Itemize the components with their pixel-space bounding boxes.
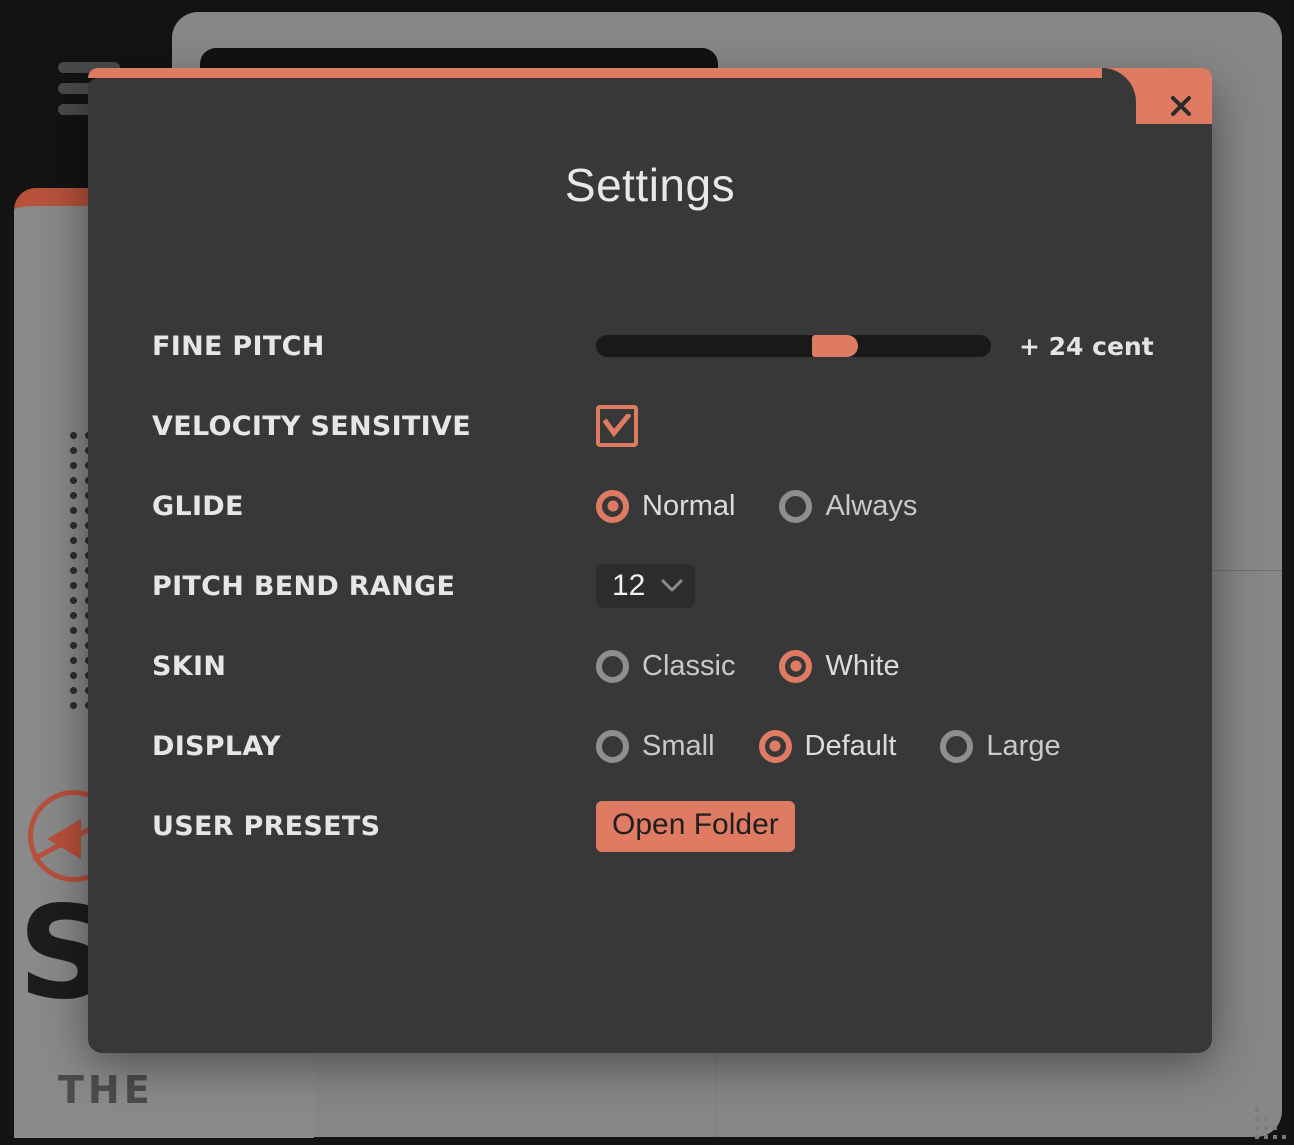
open-folder-button[interactable]: Open Folder (596, 800, 795, 852)
dialog-accent-strip (88, 68, 1136, 78)
skin-option-classic[interactable]: Classic (596, 649, 736, 683)
grip-dot (1255, 1117, 1259, 1121)
setting-row-fine-pitch: FINE PITCH + 24 cent (152, 306, 1154, 386)
setting-row-velocity-sensitive: VELOCITY SENSITIVE (152, 386, 1152, 466)
select-value: 12 (612, 569, 646, 602)
radio-icon (596, 649, 629, 683)
fine-pitch-slider[interactable] (596, 335, 991, 357)
resize-grip-icon[interactable] (1246, 1103, 1286, 1139)
grip-dot (1273, 1126, 1277, 1130)
grip-dot (1273, 1135, 1277, 1139)
setting-row-display: DISPLAY Small Default Large (152, 706, 1152, 786)
radio-option-label: Classic (642, 649, 736, 682)
grip-dot (1255, 1135, 1259, 1139)
grip-dot (1282, 1135, 1286, 1139)
setting-row-glide: GLIDE Normal Always (152, 466, 1152, 546)
setting-control: + 24 cent (596, 332, 1154, 361)
check-icon (603, 414, 631, 438)
setting-control: Normal Always (596, 489, 1152, 523)
pitch-bend-range-select[interactable]: 12 (596, 564, 695, 608)
setting-label: PITCH BEND RANGE (152, 570, 456, 602)
fine-pitch-value: + 24 cent (1019, 331, 1154, 361)
brand-subtext: THE (58, 1068, 154, 1112)
skin-radio-group: Classic White (596, 649, 900, 683)
radio-option-label: Normal (642, 489, 736, 522)
radio-icon (779, 489, 813, 523)
setting-row-skin: SKIN Classic White (152, 626, 1152, 706)
setting-control: 12 (596, 564, 1152, 608)
setting-label: VELOCITY SENSITIVE (152, 410, 471, 442)
setting-label: GLIDE (152, 490, 244, 522)
radio-icon (758, 729, 792, 763)
grip-dot (1264, 1117, 1268, 1121)
radio-icon (779, 649, 813, 683)
settings-rows: FINE PITCH + 24 cent VELOCITY SENSITIVE (152, 306, 1154, 866)
setting-label: DISPLAY (152, 730, 281, 762)
close-icon[interactable] (1164, 89, 1198, 123)
glide-option-always[interactable]: Always (779, 489, 918, 523)
setting-label: USER PRESETS (152, 810, 381, 842)
grip-dot (1255, 1126, 1259, 1130)
display-option-small[interactable]: Small (596, 729, 715, 763)
radio-icon (596, 729, 629, 763)
setting-row-user-presets: USER PRESETS Open Folder (152, 786, 1152, 866)
setting-control: Small Default Large (596, 729, 1152, 763)
glide-radio-group: Normal Always (596, 489, 918, 523)
fine-pitch-slider-handle[interactable] (812, 335, 859, 357)
settings-dialog: Settings FINE PITCH + 24 cent VELOCITY S… (88, 68, 1212, 1053)
radio-icon (940, 729, 974, 763)
page-title: Settings (564, 159, 736, 211)
display-option-default[interactable]: Default (758, 729, 897, 763)
skin-option-white[interactable]: White (779, 649, 900, 683)
radio-option-label: Always (825, 489, 918, 522)
grip-dot (1264, 1126, 1268, 1130)
setting-control: Classic White (596, 649, 1152, 683)
display-option-large[interactable]: Large (940, 729, 1061, 763)
setting-row-pitch-bend-range: PITCH BEND RANGE 12 (152, 546, 1152, 626)
grip-dot (1264, 1135, 1268, 1139)
radio-option-label: White (825, 649, 900, 682)
grip-dot (1255, 1108, 1259, 1112)
setting-control (596, 405, 1152, 447)
setting-label: FINE PITCH (152, 330, 325, 362)
radio-icon (596, 489, 629, 523)
radio-option-label: Small (642, 729, 715, 762)
display-radio-group: Small Default Large (596, 729, 1061, 763)
chevron-down-icon (661, 579, 683, 592)
glide-option-normal[interactable]: Normal (596, 489, 736, 523)
app-stage: SUB THE Settings FINE PITCH + 24 cent (0, 0, 1294, 1145)
radio-option-label: Default (804, 729, 897, 762)
velocity-sensitive-checkbox[interactable] (596, 405, 638, 447)
setting-label: SKIN (152, 650, 227, 682)
radio-option-label: Large (986, 729, 1061, 762)
setting-control: Open Folder (596, 800, 1152, 852)
